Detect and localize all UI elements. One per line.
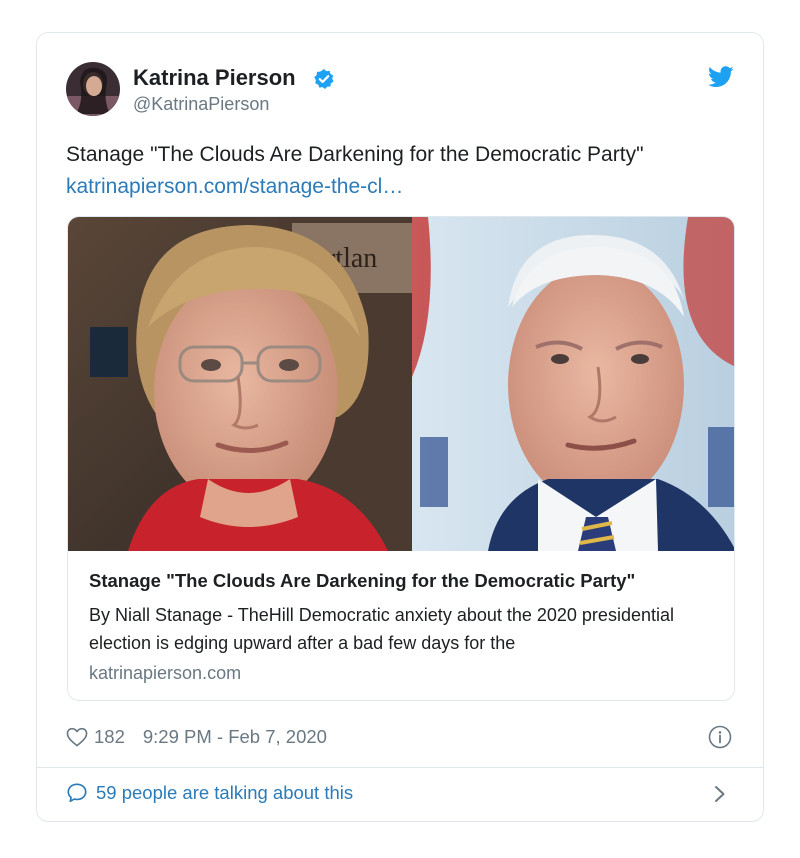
conversation-link[interactable]: 59 people are talking about this	[66, 782, 353, 804]
info-icon[interactable]	[708, 725, 732, 754]
author-name[interactable]: Katrina Pierson	[133, 65, 296, 91]
tweet-link[interactable]: katrinapierson.com/stanage-the-cl…	[66, 171, 403, 202]
tweet-embed: Katrina Pierson @KatrinaPierson Stanage …	[36, 32, 764, 822]
heart-icon	[66, 727, 88, 747]
chevron-right-icon[interactable]	[713, 784, 727, 809]
avatar[interactable]	[66, 62, 120, 116]
like-count: 182	[94, 726, 125, 747]
link-card[interactable]: rtlan Stanage "The Clouds Are Darkening …	[67, 216, 735, 701]
timestamp[interactable]: 9:29 PM - Feb 7, 2020	[143, 726, 327, 748]
author-handle[interactable]: @KatrinaPierson	[133, 94, 269, 115]
verified-badge-icon	[313, 68, 335, 95]
card-title: Stanage "The Clouds Are Darkening for th…	[89, 570, 636, 591]
card-description: By Niall Stanage - TheHill Democratic an…	[89, 605, 674, 653]
card-domain: katrinapierson.com	[89, 663, 242, 683]
speech-bubble-icon	[67, 783, 87, 803]
like-button[interactable]: 182	[66, 726, 125, 748]
divider	[37, 767, 763, 768]
tweet-text: Stanage "The Clouds Are Darkening for th…	[66, 143, 644, 166]
card-image: rtlan	[68, 217, 734, 551]
talking-text: 59 people are talking about this	[96, 782, 354, 803]
tweet-meta: 182 9:29 PM - Feb 7, 2020	[66, 725, 327, 749]
twitter-bird-icon[interactable]	[708, 66, 734, 93]
